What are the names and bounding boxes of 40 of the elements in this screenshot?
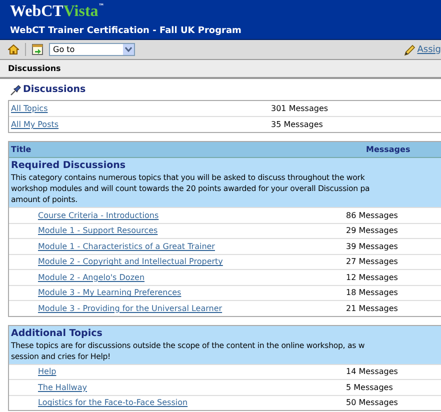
assignments-link[interactable]: Assig xyxy=(417,44,441,54)
topic-link[interactable]: Help xyxy=(38,367,56,376)
message-count: 14 Messages xyxy=(346,367,398,376)
topic-link[interactable]: Module 1 - Support Resources xyxy=(38,226,158,236)
message-count: 21 Messages xyxy=(346,304,398,313)
pencil-icon xyxy=(404,44,416,56)
message-count: 50 Messages xyxy=(346,398,398,408)
logo-text: WebCT xyxy=(10,3,64,20)
pushpin-icon xyxy=(10,84,22,96)
message-count: 5 Messages xyxy=(346,382,393,392)
topic-link[interactable]: The Hallway xyxy=(38,382,87,392)
topic-link[interactable]: Module 2 - Copyright and Intellectual Property xyxy=(38,257,223,266)
home-icon[interactable] xyxy=(8,44,19,55)
breadcrumb: Discussions xyxy=(8,64,61,73)
message-count: 18 Messages xyxy=(346,288,398,298)
topic-link[interactable]: Module 2 - Angelo's Dozen xyxy=(38,272,145,282)
topic-link[interactable]: Logistics for the Face-to-Face Session xyxy=(38,398,188,408)
topic-link[interactable]: Module 3 - Providing for the Universal Learner xyxy=(38,304,222,313)
category-title: Additional Topics xyxy=(11,328,104,340)
topic-link[interactable]: Module 1 - Characteristics of a Great Trainer xyxy=(38,242,215,251)
message-count: 27 Messages xyxy=(346,257,398,266)
message-count: 86 Messages xyxy=(346,210,398,220)
message-count: 12 Messages xyxy=(346,272,398,282)
calendar-icon[interactable] xyxy=(32,44,43,55)
summary-link[interactable]: All Topics xyxy=(11,104,48,113)
category-title: Required Discussions xyxy=(11,160,127,172)
column-header: Messages xyxy=(366,145,410,154)
caret-icon xyxy=(125,47,132,52)
topic-link[interactable]: Module 3 - My Learning Preferences xyxy=(38,288,182,298)
summary-link[interactable]: All My Posts xyxy=(11,120,59,129)
message-count: 301 Messages xyxy=(271,104,328,113)
message-count: 29 Messages xyxy=(346,226,398,236)
page-title: Discussions xyxy=(23,84,86,95)
course-title: WebCT Trainer Certification - Fall UK Program xyxy=(10,25,242,37)
goto-dropdown[interactable]: Go to xyxy=(49,43,135,56)
message-count: 35 Messages xyxy=(271,120,323,129)
logo-text: Vista xyxy=(63,3,98,20)
column-header: Title xyxy=(11,145,32,154)
topic-link[interactable]: Course Criteria - Introductions xyxy=(38,210,159,220)
message-count: 39 Messages xyxy=(346,242,398,251)
